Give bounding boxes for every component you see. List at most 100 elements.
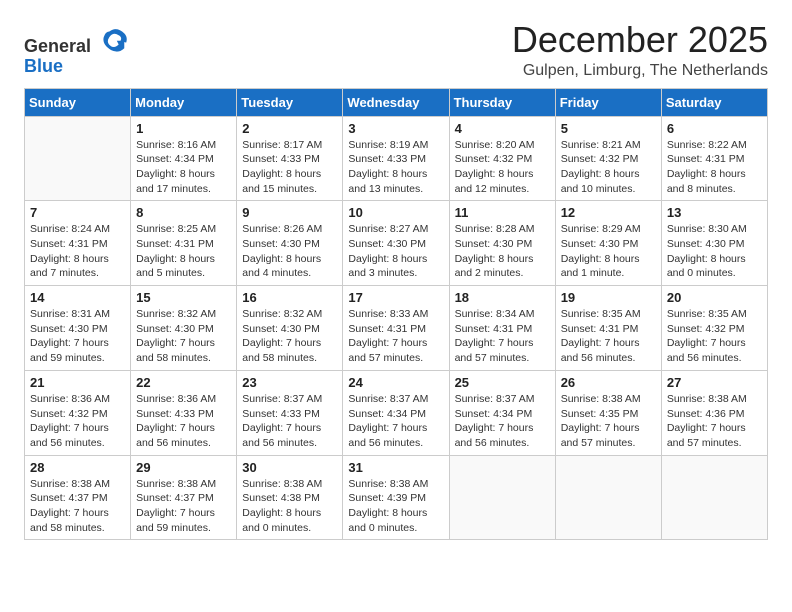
day-number: 20 bbox=[667, 290, 762, 305]
calendar-cell: 26Sunrise: 8:38 AM Sunset: 4:35 PM Dayli… bbox=[555, 370, 661, 455]
day-info: Sunrise: 8:28 AM Sunset: 4:30 PM Dayligh… bbox=[455, 222, 550, 281]
day-info: Sunrise: 8:16 AM Sunset: 4:34 PM Dayligh… bbox=[136, 138, 231, 197]
day-info: Sunrise: 8:33 AM Sunset: 4:31 PM Dayligh… bbox=[348, 307, 443, 366]
calendar-cell: 15 Sunrise: 8:32 AM Sunset: 4:30 PM Dayli… bbox=[131, 286, 237, 371]
day-number: 16 bbox=[242, 290, 337, 305]
calendar-cell: 23 Sunrise: 8:37 AM Sunset: 4:33 PM Dayli… bbox=[237, 370, 343, 455]
header-wednesday: Wednesday bbox=[343, 88, 449, 116]
calendar-cell: 28 Sunrise: 8:38 AM Sunset: 4:37 PM Dayli… bbox=[25, 455, 131, 540]
day-info: Sunrise: 8:38 AM Sunset: 4:37 PM Dayligh… bbox=[30, 477, 125, 536]
day-info: Sunrise: 8:37 AM Sunset: 4:34 PM Dayligh… bbox=[348, 392, 443, 451]
calendar-cell: 30Sunrise: 8:38 AM Sunset: 4:38 PM Dayli… bbox=[237, 455, 343, 540]
day-number: 10 bbox=[348, 205, 443, 220]
header-row: Sunday Monday Tuesday Wednesday Thursday… bbox=[25, 88, 768, 116]
day-number: 5 bbox=[561, 121, 656, 136]
header-friday: Friday bbox=[555, 88, 661, 116]
day-info: Sunrise: 8:26 AM Sunset: 4:30 PM Dayligh… bbox=[242, 222, 337, 281]
day-number: 29 bbox=[136, 460, 231, 475]
logo-general-text: General bbox=[24, 36, 91, 56]
calendar-cell: 8Sunrise: 8:25 AM Sunset: 4:31 PM Daylig… bbox=[131, 201, 237, 286]
calendar-cell: 1 Sunrise: 8:16 AM Sunset: 4:34 PM Daylig… bbox=[131, 116, 237, 201]
day-number: 9 bbox=[242, 205, 337, 220]
day-number: 21 bbox=[30, 375, 125, 390]
day-number: 1 bbox=[136, 121, 231, 136]
calendar-cell bbox=[25, 116, 131, 201]
day-info: Sunrise: 8:32 AM Sunset: 4:30 PM Dayligh… bbox=[242, 307, 337, 366]
calendar-cell: 3Sunrise: 8:19 AM Sunset: 4:33 PM Daylig… bbox=[343, 116, 449, 201]
calendar-cell: 29 Sunrise: 8:38 AM Sunset: 4:37 PM Dayli… bbox=[131, 455, 237, 540]
calendar-cell: 27 Sunrise: 8:38 AM Sunset: 4:36 PM Dayli… bbox=[661, 370, 767, 455]
calendar-week-5: 28 Sunrise: 8:38 AM Sunset: 4:37 PM Dayli… bbox=[25, 455, 768, 540]
logo-blue-text: Blue bbox=[24, 56, 63, 76]
day-number: 4 bbox=[455, 121, 550, 136]
calendar-cell: 31Sunrise: 8:38 AM Sunset: 4:39 PM Dayli… bbox=[343, 455, 449, 540]
title-area: December 2025 Gulpen, Limburg, The Nethe… bbox=[512, 20, 768, 80]
day-number: 19 bbox=[561, 290, 656, 305]
day-info: Sunrise: 8:37 AM Sunset: 4:34 PM Dayligh… bbox=[455, 392, 550, 451]
header-thursday: Thursday bbox=[449, 88, 555, 116]
calendar-cell: 14 Sunrise: 8:31 AM Sunset: 4:30 PM Dayli… bbox=[25, 286, 131, 371]
day-info: Sunrise: 8:38 AM Sunset: 4:36 PM Dayligh… bbox=[667, 392, 762, 451]
day-number: 27 bbox=[667, 375, 762, 390]
day-info: Sunrise: 8:29 AM Sunset: 4:30 PM Dayligh… bbox=[561, 222, 656, 281]
calendar-cell: 20 Sunrise: 8:35 AM Sunset: 4:32 PM Dayli… bbox=[661, 286, 767, 371]
header-saturday: Saturday bbox=[661, 88, 767, 116]
calendar-cell: 7 Sunrise: 8:24 AM Sunset: 4:31 PM Daylig… bbox=[25, 201, 131, 286]
day-number: 17 bbox=[348, 290, 443, 305]
calendar: Sunday Monday Tuesday Wednesday Thursday… bbox=[24, 88, 768, 541]
day-info: Sunrise: 8:36 AM Sunset: 4:33 PM Dayligh… bbox=[136, 392, 231, 451]
day-info: Sunrise: 8:32 AM Sunset: 4:30 PM Dayligh… bbox=[136, 307, 231, 366]
day-number: 28 bbox=[30, 460, 125, 475]
calendar-cell: 18 Sunrise: 8:34 AM Sunset: 4:31 PM Dayli… bbox=[449, 286, 555, 371]
day-info: Sunrise: 8:35 AM Sunset: 4:32 PM Dayligh… bbox=[667, 307, 762, 366]
calendar-cell: 6Sunrise: 8:22 AM Sunset: 4:31 PM Daylig… bbox=[661, 116, 767, 201]
day-info: Sunrise: 8:25 AM Sunset: 4:31 PM Dayligh… bbox=[136, 222, 231, 281]
calendar-cell: 4 Sunrise: 8:20 AM Sunset: 4:32 PM Daylig… bbox=[449, 116, 555, 201]
calendar-cell: 12 Sunrise: 8:29 AM Sunset: 4:30 PM Dayli… bbox=[555, 201, 661, 286]
day-info: Sunrise: 8:30 AM Sunset: 4:30 PM Dayligh… bbox=[667, 222, 762, 281]
day-info: Sunrise: 8:34 AM Sunset: 4:31 PM Dayligh… bbox=[455, 307, 550, 366]
calendar-cell: 9 Sunrise: 8:26 AM Sunset: 4:30 PM Daylig… bbox=[237, 201, 343, 286]
day-info: Sunrise: 8:31 AM Sunset: 4:30 PM Dayligh… bbox=[30, 307, 125, 366]
day-info: Sunrise: 8:27 AM Sunset: 4:30 PM Dayligh… bbox=[348, 222, 443, 281]
calendar-cell bbox=[449, 455, 555, 540]
day-number: 18 bbox=[455, 290, 550, 305]
calendar-cell: 5 Sunrise: 8:21 AM Sunset: 4:32 PM Daylig… bbox=[555, 116, 661, 201]
header-sunday: Sunday bbox=[25, 88, 131, 116]
location-title: Gulpen, Limburg, The Netherlands bbox=[512, 62, 768, 80]
day-number: 13 bbox=[667, 205, 762, 220]
day-info: Sunrise: 8:20 AM Sunset: 4:32 PM Dayligh… bbox=[455, 138, 550, 197]
calendar-week-1: 1 Sunrise: 8:16 AM Sunset: 4:34 PM Daylig… bbox=[25, 116, 768, 201]
day-info: Sunrise: 8:35 AM Sunset: 4:31 PM Dayligh… bbox=[561, 307, 656, 366]
day-info: Sunrise: 8:22 AM Sunset: 4:31 PM Dayligh… bbox=[667, 138, 762, 197]
calendar-week-3: 14 Sunrise: 8:31 AM Sunset: 4:30 PM Dayli… bbox=[25, 286, 768, 371]
logo-icon bbox=[100, 24, 128, 52]
day-info: Sunrise: 8:38 AM Sunset: 4:38 PM Dayligh… bbox=[242, 477, 337, 536]
calendar-cell bbox=[555, 455, 661, 540]
header-tuesday: Tuesday bbox=[237, 88, 343, 116]
day-number: 12 bbox=[561, 205, 656, 220]
day-number: 2 bbox=[242, 121, 337, 136]
calendar-cell: 10 Sunrise: 8:27 AM Sunset: 4:30 PM Dayli… bbox=[343, 201, 449, 286]
day-number: 7 bbox=[30, 205, 125, 220]
day-number: 22 bbox=[136, 375, 231, 390]
day-number: 23 bbox=[242, 375, 337, 390]
logo: General Blue bbox=[24, 24, 128, 77]
day-number: 15 bbox=[136, 290, 231, 305]
day-number: 14 bbox=[30, 290, 125, 305]
calendar-cell: 11Sunrise: 8:28 AM Sunset: 4:30 PM Dayli… bbox=[449, 201, 555, 286]
day-info: Sunrise: 8:21 AM Sunset: 4:32 PM Dayligh… bbox=[561, 138, 656, 197]
month-title: December 2025 bbox=[512, 20, 768, 60]
day-number: 24 bbox=[348, 375, 443, 390]
calendar-cell: 16 Sunrise: 8:32 AM Sunset: 4:30 PM Dayli… bbox=[237, 286, 343, 371]
day-info: Sunrise: 8:17 AM Sunset: 4:33 PM Dayligh… bbox=[242, 138, 337, 197]
day-info: Sunrise: 8:38 AM Sunset: 4:37 PM Dayligh… bbox=[136, 477, 231, 536]
day-info: Sunrise: 8:19 AM Sunset: 4:33 PM Dayligh… bbox=[348, 138, 443, 197]
day-info: Sunrise: 8:38 AM Sunset: 4:35 PM Dayligh… bbox=[561, 392, 656, 451]
day-number: 31 bbox=[348, 460, 443, 475]
day-info: Sunrise: 8:37 AM Sunset: 4:33 PM Dayligh… bbox=[242, 392, 337, 451]
header-monday: Monday bbox=[131, 88, 237, 116]
day-number: 25 bbox=[455, 375, 550, 390]
day-info: Sunrise: 8:24 AM Sunset: 4:31 PM Dayligh… bbox=[30, 222, 125, 281]
calendar-week-4: 21Sunrise: 8:36 AM Sunset: 4:32 PM Dayli… bbox=[25, 370, 768, 455]
